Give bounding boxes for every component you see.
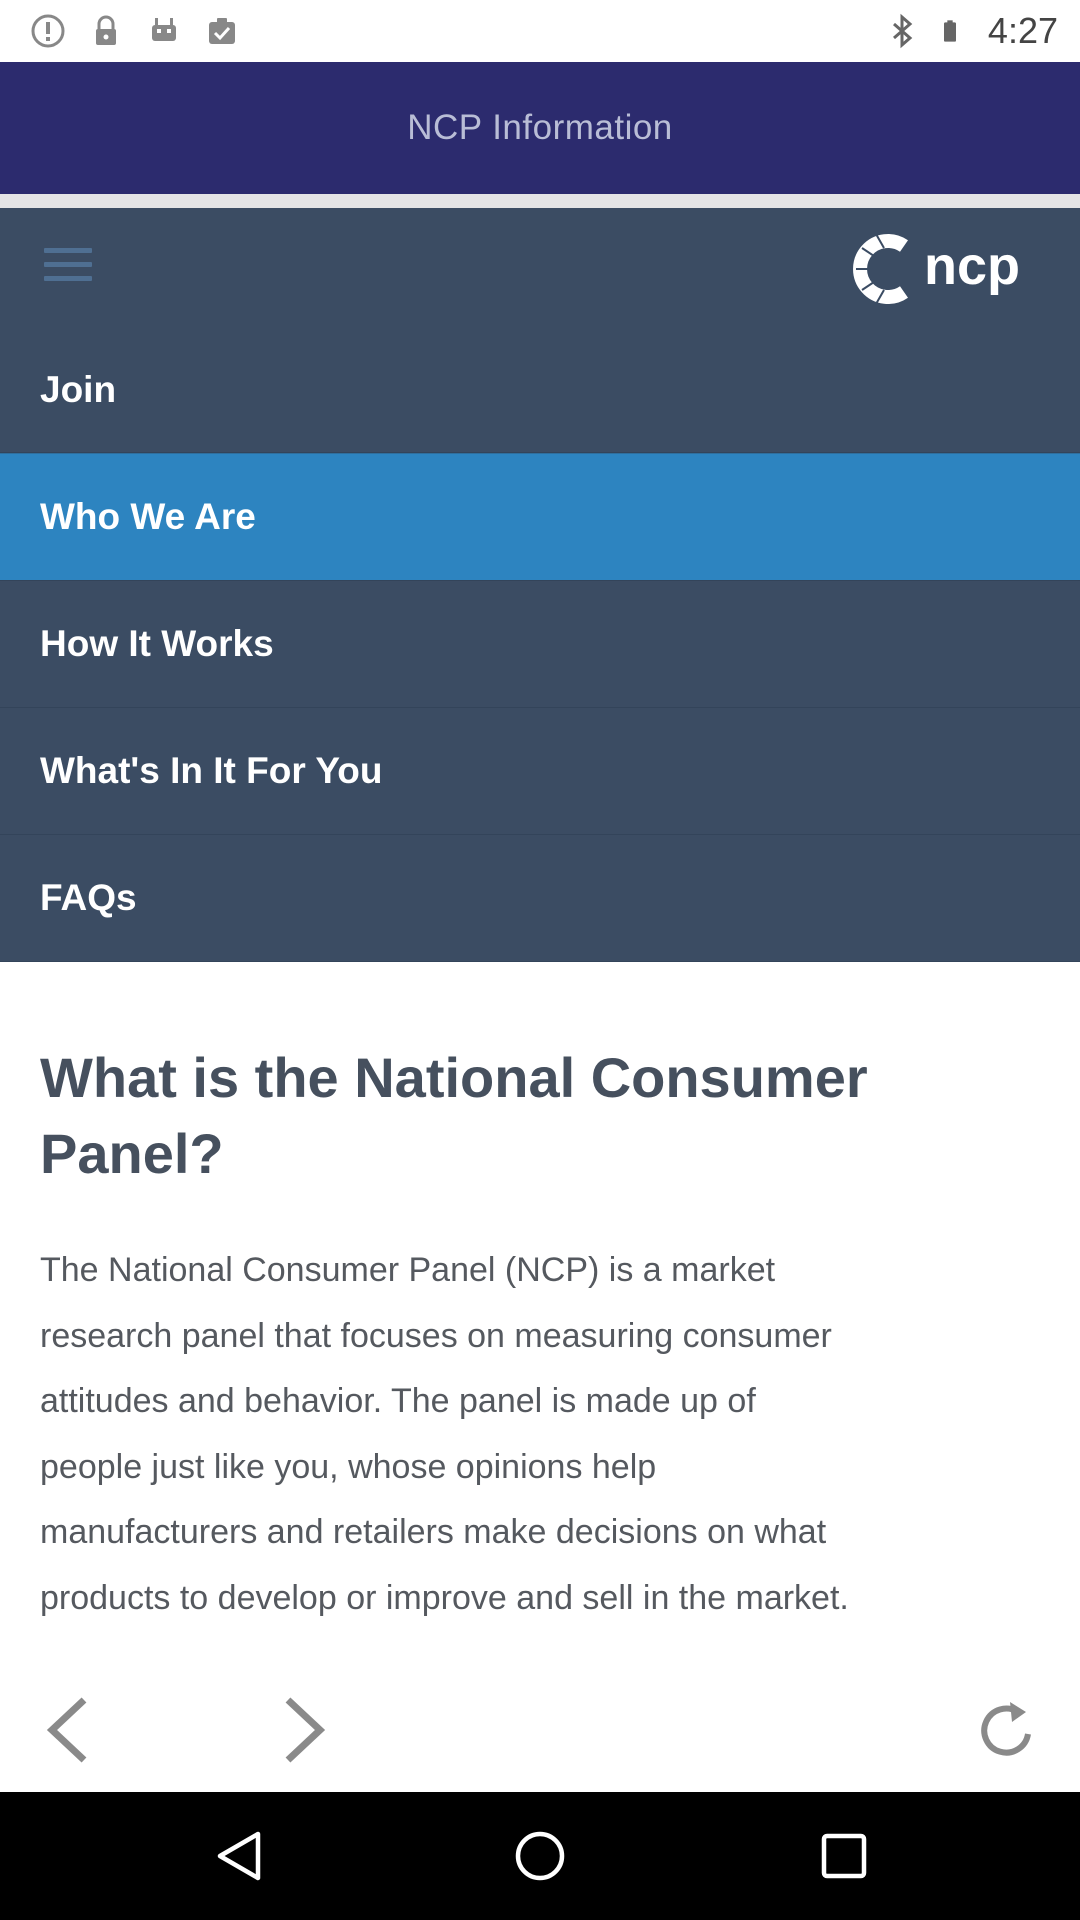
android-icon [152,18,176,41]
system-nav-bar [0,1792,1080,1920]
home-circle-icon[interactable] [510,1826,570,1886]
alert-circle-icon [31,14,65,48]
content-paragraph: The National Consumer Panel (NCP) is a m… [40,1238,1050,1631]
content-heading: What is the National Consumer Panel? [40,1040,1040,1192]
logo-text: ncp [924,236,1020,296]
logo-mark-icon [853,233,908,305]
ncp-logo[interactable]: ncp [848,224,1062,314]
bluetooth-icon [892,13,913,49]
menu-item-whats-in-it-for-you[interactable]: What's In It For You [0,708,1080,835]
paragraph-line: The National Consumer Panel (NCP) is a m… [40,1251,776,1289]
browser-controls [0,1672,1080,1792]
paragraph-line: research panel that focuses on measuring… [40,1316,832,1355]
paragraph-line: people just like you, whose opinions hel… [40,1447,657,1486]
forward-arrow-icon[interactable] [268,1690,338,1770]
menu-item-join[interactable]: Join [0,328,1080,453]
menu-item-label: Who We Are [40,496,256,537]
back-triangle-icon[interactable] [210,1826,270,1886]
menu-item-who-we-are[interactable]: Who We Are [0,453,1080,581]
menu-item-faqs[interactable]: FAQs [0,835,1080,962]
battery-icon [943,20,956,42]
menu-item-label: FAQs [40,877,137,918]
clock: 4:27 [987,10,1058,51]
header-divider [0,194,1080,208]
menu-item-label: Join [40,369,117,410]
menu-item-how-it-works[interactable]: How It Works [0,581,1080,708]
recents-square-icon[interactable] [814,1826,874,1886]
paragraph-line: attitudes and behavior. The panel is mad… [40,1382,756,1420]
hamburger-icon[interactable] [44,248,92,288]
paragraph-line: products to develop or improve and sell … [40,1578,849,1617]
heading-line: What is the National Consumer [40,1046,868,1109]
back-arrow-icon[interactable] [34,1690,104,1770]
page-title: NCP Information [407,108,673,147]
menu-item-label: What's In It For You [40,750,383,791]
clipboard-check-icon [209,18,235,44]
nav-bar: ncp [0,208,1080,328]
menu-item-label: How It Works [40,623,274,664]
app-header: NCP Information [0,62,1080,194]
heading-line: Panel? [40,1122,224,1185]
lock-icon [96,15,116,45]
status-bar: 4:27 [0,0,1080,62]
refresh-icon[interactable] [974,1690,1044,1770]
nav-menu: Join Who We Are How It Works What's In I… [0,328,1080,962]
paragraph-line: manufacturers and retailers make decisio… [40,1513,827,1551]
